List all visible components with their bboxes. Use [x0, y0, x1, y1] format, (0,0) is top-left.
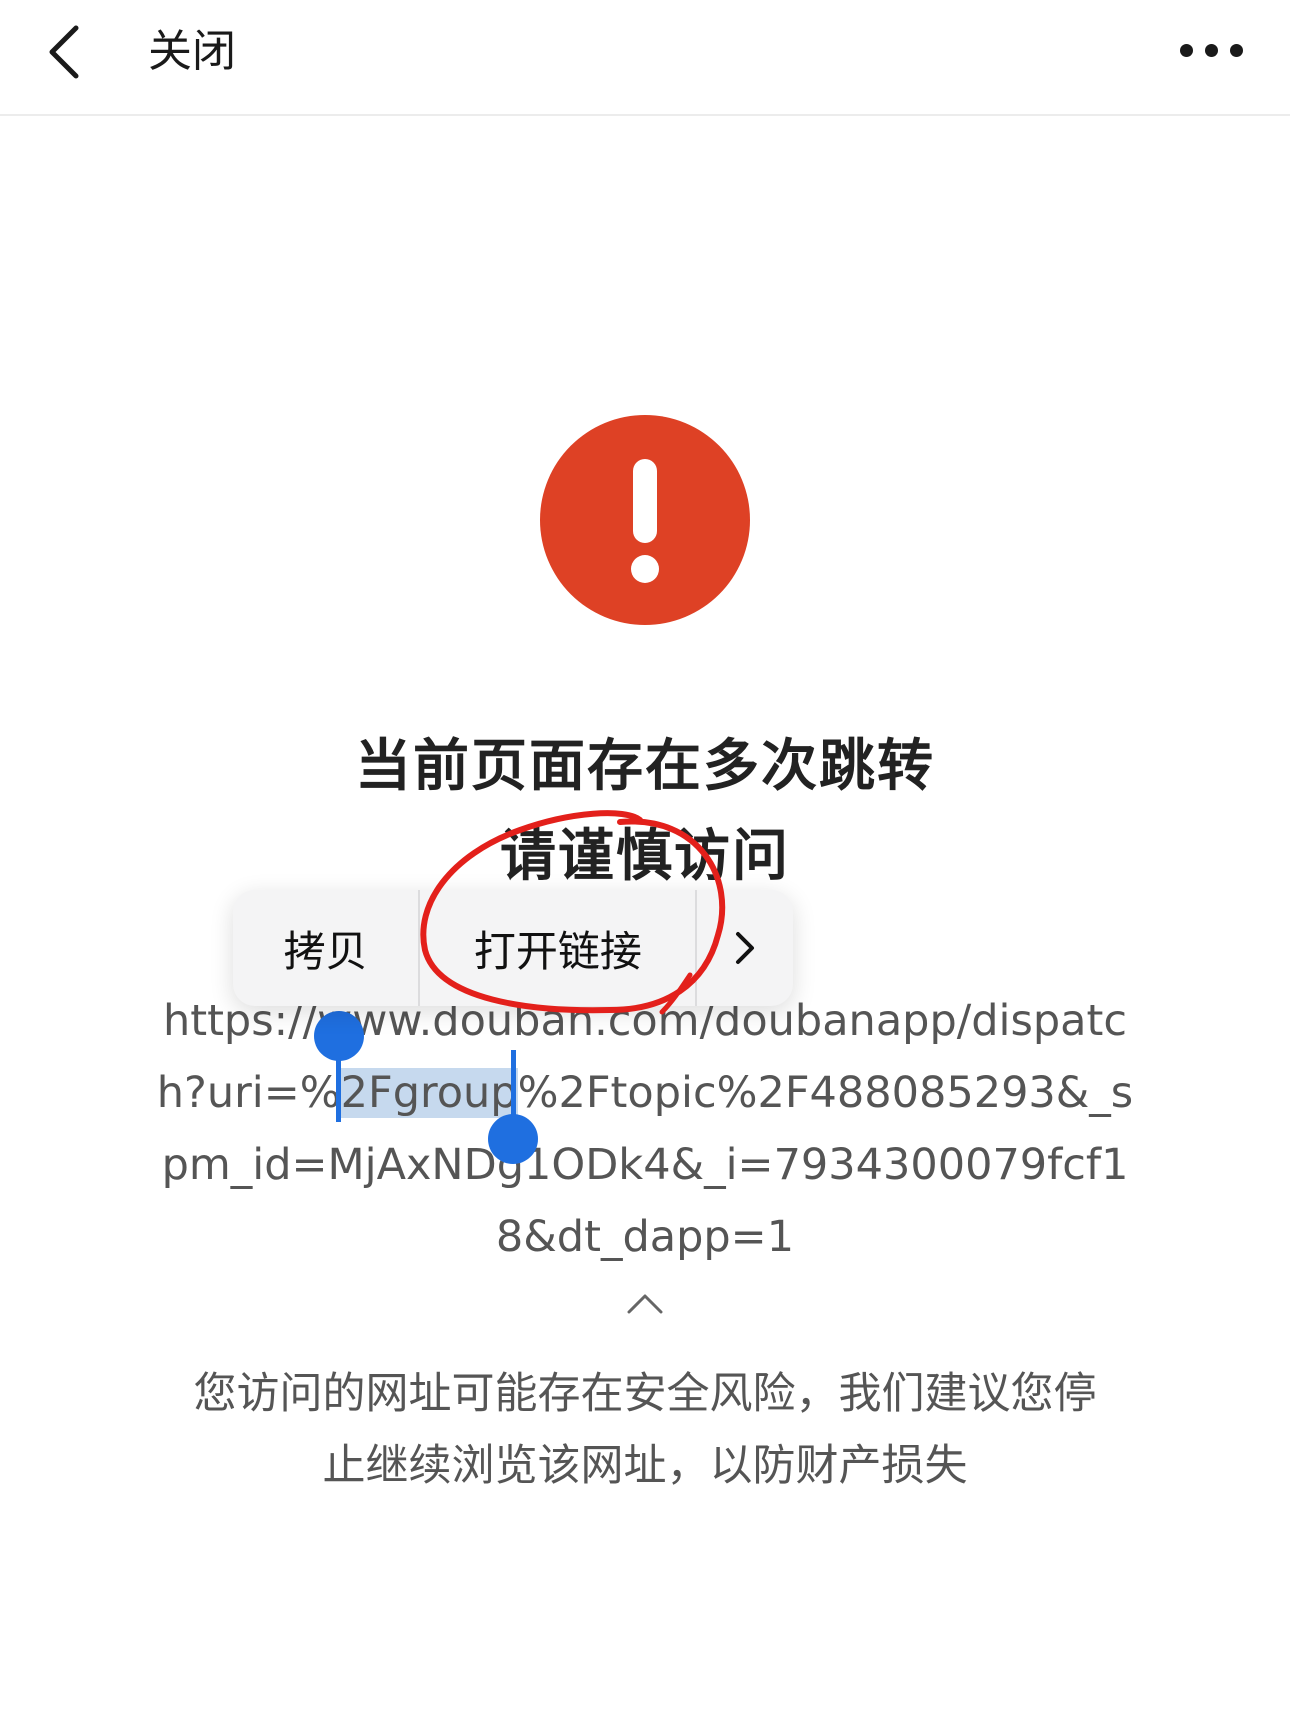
url-text-after-selection[interactable]: %2Ftopic%2F488085293&_s	[518, 1068, 1134, 1118]
selection-end-handle[interactable]	[488, 1114, 538, 1164]
chevron-up-icon[interactable]	[625, 1290, 665, 1316]
more-dot	[1229, 43, 1243, 57]
chevron-left-icon	[49, 25, 79, 79]
close-button[interactable]: 关闭	[148, 22, 236, 82]
description-line-2: 止继续浏览该网址，以防财产损失	[322, 1441, 968, 1491]
url-line-3[interactable]: pm_id=MjAxNDg1ODk4&_i=7934300079fcf1	[150, 1129, 1140, 1201]
text-context-menu: 拷贝 打开链接	[233, 890, 793, 1006]
copy-menu-item[interactable]: 拷贝	[233, 890, 421, 1006]
url-text-before-selection[interactable]: h?uri=%	[157, 1068, 341, 1118]
headline-line-1: 当前页面存在多次跳转	[355, 734, 935, 799]
url-line-2[interactable]: h?uri=%2Fgroup%2Ftopic%2F488085293&_s	[150, 1057, 1140, 1129]
description-line-1: 您访问的网址可能存在安全风险，我们建议您停	[193, 1369, 1097, 1419]
risk-description: 您访问的网址可能存在安全风险，我们建议您停 止继续浏览该网址，以防财产损失	[0, 1358, 1290, 1502]
top-nav-bar: 关闭	[0, 0, 1290, 116]
more-options-button[interactable]	[1166, 20, 1256, 80]
more-dot	[1204, 43, 1218, 57]
selected-text[interactable]: 2Fgroup	[340, 1068, 518, 1118]
exclamation-circle-icon	[540, 415, 750, 625]
warning-headline: 当前页面存在多次跳转 请谨慎访问	[0, 722, 1290, 902]
open-link-menu-item[interactable]: 打开链接	[420, 890, 698, 1006]
more-horizontal-icon	[1179, 43, 1193, 57]
back-button[interactable]	[26, 14, 102, 90]
selection-start-handle[interactable]	[314, 1011, 364, 1061]
redirect-url-text[interactable]: https://www.douban.com/doubanapp/dispatc…	[150, 985, 1140, 1273]
url-line-4[interactable]: 8&dt_dapp=1	[150, 1201, 1140, 1273]
headline-line-2: 请谨慎访问	[500, 824, 790, 889]
more-menu-items-button[interactable]	[697, 890, 793, 1006]
chevron-right-icon	[736, 932, 755, 964]
